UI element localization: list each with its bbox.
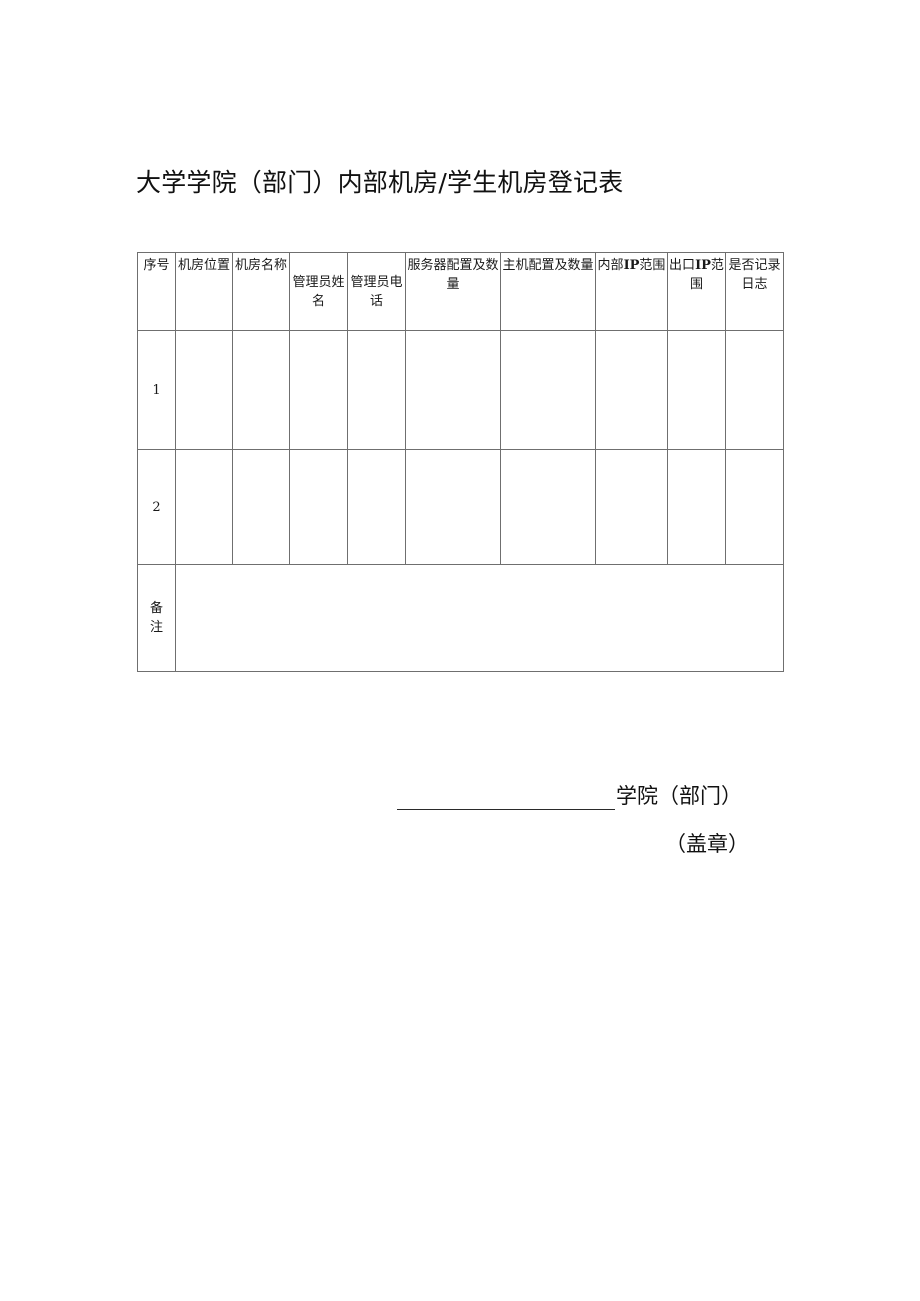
header-cell-manager-phone: 管理员电话 <box>347 252 406 331</box>
row-index: 2 <box>137 449 176 565</box>
remarks-row: 备 注 <box>137 564 784 672</box>
header-cell-seq: 序号 <box>137 252 176 331</box>
row-index: 1 <box>137 330 176 450</box>
remarks-label: 备 注 <box>137 564 176 672</box>
page-title: 大学学院（部门）内部机房/学生机房登记表 <box>136 168 624 197</box>
table-row: 1 <box>137 330 784 450</box>
header-label-room-name: 机房名称 <box>234 258 287 273</box>
header-label-manager-name: 管理员姓名 <box>292 274 345 309</box>
header-cell-manager-name: 管理员姓名 <box>289 252 348 331</box>
header-cell-log-recorded: 是否记录日志 <box>725 252 784 331</box>
header-label-manager-phone: 管理员电话 <box>350 274 403 309</box>
header-label-log-recorded: 是否记录日志 <box>728 258 781 292</box>
header-cell-internal-ip-range: 内部IP范围 <box>595 252 668 331</box>
header-cell-external-ip-range: 出口IP范围 <box>667 252 726 331</box>
cell-internal-ip-range[interactable] <box>595 330 668 450</box>
cell-host-config[interactable] <box>500 330 596 450</box>
header-label-internal-ip-range: 内部IP范围 <box>597 258 666 273</box>
seal-label: （盖章） <box>665 832 749 856</box>
signature-blank-line[interactable] <box>397 785 615 810</box>
cell-host-config[interactable] <box>500 449 596 565</box>
cell-location[interactable] <box>175 330 233 450</box>
remarks-label-char-2: 注 <box>149 620 163 635</box>
cell-external-ip-range[interactable] <box>667 449 726 565</box>
cell-server-config[interactable] <box>405 330 501 450</box>
cell-location[interactable] <box>175 449 233 565</box>
table-header-row: 序号 机房位置 机房名称 管理员姓名 管理员电话 服务器配置及数量 主机配置及数… <box>137 252 784 331</box>
cell-manager-name[interactable] <box>289 330 348 450</box>
cell-log-recorded[interactable] <box>725 330 784 450</box>
cell-external-ip-range[interactable] <box>667 330 726 450</box>
cell-manager-phone[interactable] <box>347 330 406 450</box>
document-page: 大学学院（部门）内部机房/学生机房登记表 序号 机房位置 机房名称 管理员姓名 <box>0 0 920 1301</box>
table-row: 2 <box>137 449 784 565</box>
cell-internal-ip-range[interactable] <box>595 449 668 565</box>
cell-log-recorded[interactable] <box>725 449 784 565</box>
remarks-label-char-1: 备 <box>149 601 163 616</box>
header-label-server-config: 服务器配置及数量 <box>407 258 499 292</box>
cell-manager-name[interactable] <box>289 449 348 565</box>
header-label-seq: 序号 <box>143 258 170 273</box>
header-cell-location: 机房位置 <box>175 252 233 331</box>
header-label-external-ip-range: 出口IP范围 <box>669 258 724 292</box>
cell-server-config[interactable] <box>405 449 501 565</box>
cell-manager-phone[interactable] <box>347 449 406 565</box>
cell-room-name[interactable] <box>232 449 290 565</box>
header-cell-room-name: 机房名称 <box>232 252 290 331</box>
header-cell-host-config: 主机配置及数量 <box>500 252 596 331</box>
header-cell-server-config: 服务器配置及数量 <box>405 252 501 331</box>
remarks-value[interactable] <box>175 564 784 672</box>
department-signature-label: 学院（部门） <box>616 784 742 808</box>
machine-room-registration-table: 序号 机房位置 机房名称 管理员姓名 管理员电话 服务器配置及数量 主机配置及数… <box>137 252 784 672</box>
header-label-host-config: 主机配置及数量 <box>502 258 594 273</box>
header-label-location: 机房位置 <box>177 258 230 273</box>
cell-room-name[interactable] <box>232 330 290 450</box>
